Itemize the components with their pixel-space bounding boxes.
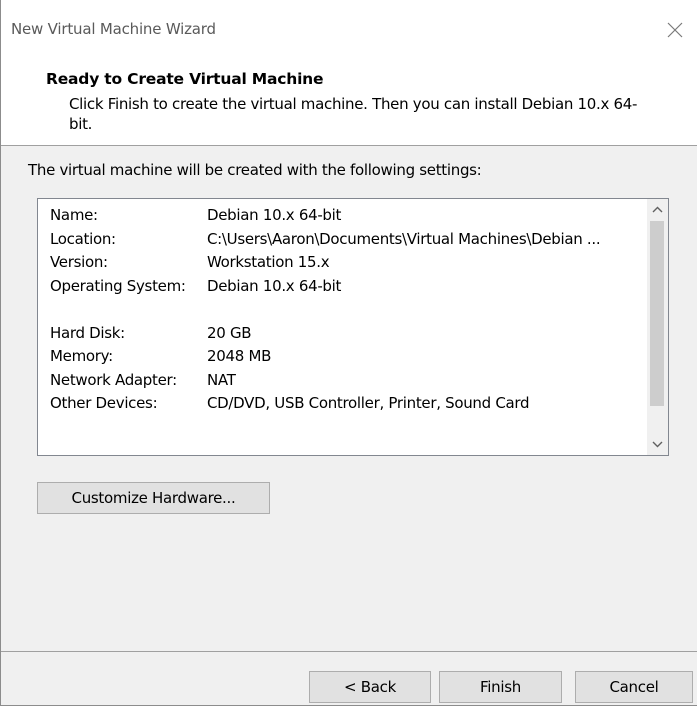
setting-key: Location: [50, 229, 116, 248]
settings-list-box[interactable]: Name: Debian 10.x 64-bit Location: C:\Us… [37, 198, 669, 456]
finish-button[interactable]: Finish [439, 671, 562, 703]
chevron-up-icon [652, 206, 663, 213]
back-button[interactable]: < Back [309, 671, 431, 703]
setting-row-location: Location: C:\Users\Aaron\Documents\Virtu… [50, 229, 601, 254]
wizard-content: The virtual machine will be created with… [1, 146, 697, 651]
wizard-footer: < Back Finish Cancel [1, 652, 697, 705]
setting-key: Name: [50, 206, 98, 224]
scroll-down-button[interactable] [647, 434, 668, 455]
wizard-window: New Virtual Machine Wizard Ready to Crea… [0, 0, 697, 706]
vertical-scrollbar[interactable] [647, 199, 668, 455]
wizard-header: Ready to Create Virtual Machine Click Fi… [1, 56, 697, 146]
setting-value: Debian 10.x 64-bit [207, 206, 342, 224]
setting-key: Network Adapter: [50, 370, 177, 389]
setting-value: CD/DVD, USB Controller, Printer, Sound C… [207, 394, 530, 412]
close-button[interactable] [655, 10, 695, 50]
setting-row-hard-disk: Hard Disk: 20 GB [50, 324, 600, 348]
scroll-up-button[interactable] [647, 199, 668, 220]
setting-row-os: Operating System: Debian 10.x 64-bit [50, 277, 600, 301]
setting-row-version: Version: Workstation 15.x [50, 253, 600, 277]
setting-key: Hard Disk: [50, 323, 125, 342]
setting-value: 20 GB [207, 323, 252, 342]
setting-row-network: Network Adapter: NAT [50, 371, 600, 395]
setting-key: Memory: [50, 347, 113, 365]
setting-value: Workstation 15.x [207, 253, 330, 271]
setting-value: 2048 MB [207, 347, 272, 365]
title-bar[interactable]: New Virtual Machine Wizard [1, 0, 697, 56]
customize-hardware-button[interactable]: Customize Hardware... [37, 482, 270, 514]
cancel-button[interactable]: Cancel [575, 671, 693, 703]
settings-list: Name: Debian 10.x 64-bit Location: C:\Us… [50, 206, 601, 418]
setting-key: Version: [50, 253, 108, 271]
scroll-thumb[interactable] [650, 221, 664, 406]
setting-row-other-devices: Other Devices: CD/DVD, USB Controller, P… [50, 394, 600, 418]
setting-row-name: Name: Debian 10.x 64-bit [50, 206, 600, 230]
setting-value: Debian 10.x 64-bit [207, 276, 342, 295]
setting-value: NAT [207, 370, 236, 389]
setting-row-spacer [50, 300, 600, 324]
close-icon [667, 22, 683, 38]
header-description: Click Finish to create the virtual machi… [69, 95, 638, 133]
setting-row-memory: Memory: 2048 MB [50, 347, 600, 371]
settings-intro: The virtual machine will be created with… [28, 161, 482, 179]
setting-key: Operating System: [50, 276, 186, 295]
setting-key: Other Devices: [50, 394, 158, 412]
setting-value: C:\Users\Aaron\Documents\Virtual Machine… [207, 229, 601, 248]
chevron-down-icon [652, 441, 663, 448]
header-title: Ready to Create Virtual Machine [46, 70, 324, 88]
window-title: New Virtual Machine Wizard [11, 20, 216, 38]
